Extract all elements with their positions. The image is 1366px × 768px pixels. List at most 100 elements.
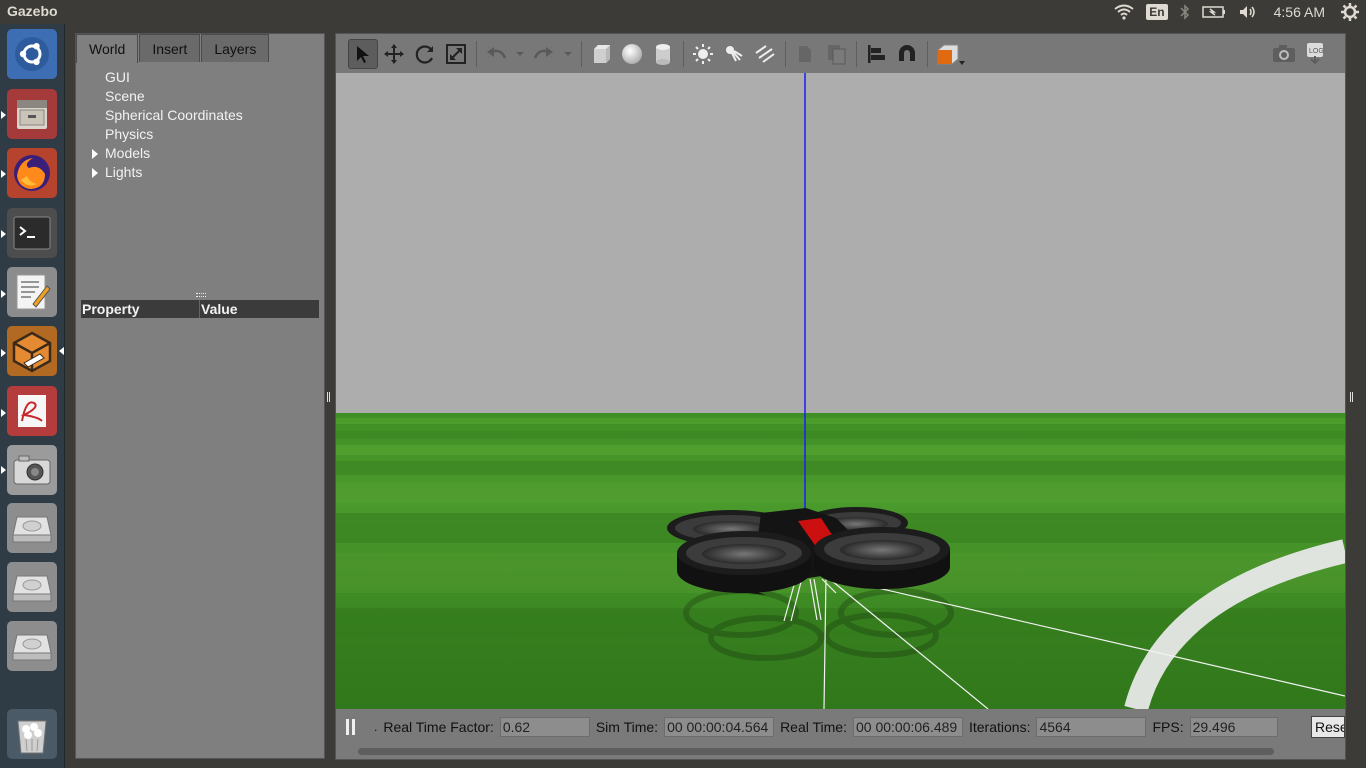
running-indicator (1, 409, 6, 417)
cylinder-icon[interactable] (648, 39, 678, 69)
tree-item-label: GUI (105, 69, 130, 85)
top-panel: Gazebo En 4:56 AM (0, 0, 1366, 24)
redo-icon[interactable] (529, 39, 559, 69)
launcher (0, 24, 65, 768)
sim-time-field: 00 00:00:04.564 (664, 716, 775, 737)
drive-icon[interactable] (7, 621, 57, 671)
left-splitter-grip[interactable] (327, 392, 330, 402)
running-indicator (1, 230, 6, 238)
undo-history-icon[interactable] (512, 39, 528, 69)
clock[interactable]: 4:56 AM (1274, 0, 1325, 24)
firefox-icon[interactable] (7, 148, 57, 198)
property-column-header[interactable]: Property (81, 300, 200, 318)
sky (336, 73, 1345, 415)
sphere-icon[interactable] (617, 39, 647, 69)
property-table-header: Property Value (81, 300, 319, 318)
toolbar-separator (856, 40, 857, 67)
tree-item-lights[interactable]: Lights (76, 163, 324, 182)
keyboard-layout-indicator[interactable]: En (1146, 0, 1168, 24)
box-icon[interactable] (586, 39, 616, 69)
undo-icon[interactable] (481, 39, 511, 69)
pause-button[interactable] (346, 718, 358, 735)
log-icon[interactable]: LOG (1300, 38, 1330, 68)
directional-light-icon[interactable] (750, 39, 780, 69)
expand-arrow-icon[interactable] (92, 168, 98, 178)
scale-mode-icon[interactable] (441, 39, 471, 69)
tree-item-physics[interactable]: Physics (76, 125, 324, 144)
tree-item-label: Scene (105, 88, 145, 104)
files-icon[interactable] (7, 89, 57, 139)
gazebo-icon[interactable] (7, 326, 57, 376)
panel-tabs: World Insert Layers (76, 34, 326, 63)
trash-icon[interactable] (7, 709, 57, 759)
tree-item-gui[interactable]: GUI (76, 68, 324, 87)
select-mode-icon[interactable] (348, 38, 378, 69)
left-panel: World Insert Layers GUI Scene Spherical … (75, 33, 325, 759)
camera-icon[interactable] (7, 445, 57, 495)
value-column-header[interactable]: Value (200, 300, 238, 318)
world-tree: GUI Scene Spherical Coordinates Physics … (76, 68, 324, 182)
paste-icon[interactable] (821, 39, 851, 69)
wifi-icon[interactable] (1114, 0, 1134, 24)
step-marker[interactable]: . (374, 720, 377, 734)
bluetooth-icon[interactable] (1180, 0, 1190, 24)
copy-icon[interactable] (790, 39, 820, 69)
svg-text:LOG: LOG (1309, 48, 1324, 55)
running-indicator (1, 111, 6, 119)
fps-field: 29.496 (1189, 716, 1278, 737)
fps-label: FPS: (1152, 718, 1184, 735)
real-time-field: 00 00:00:06.489 (852, 716, 963, 737)
align-icon[interactable] (861, 39, 891, 69)
tree-item-scene[interactable]: Scene (76, 87, 324, 106)
document-viewer-icon[interactable] (7, 386, 57, 436)
drive-icon[interactable] (7, 503, 57, 553)
tree-item-label: Lights (105, 164, 143, 180)
text-editor-icon[interactable] (7, 267, 57, 317)
iterations-label: Iterations: (968, 718, 1031, 735)
expand-arrow-icon[interactable] (92, 149, 98, 159)
right-splitter-grip[interactable] (1350, 392, 1353, 402)
pause-bar (352, 718, 355, 735)
horizontal-scrollbar[interactable] (358, 748, 1274, 755)
volume-icon[interactable] (1238, 0, 1258, 24)
running-indicator (1, 349, 6, 357)
spot-light-icon[interactable] (719, 39, 749, 69)
panel-splitter-handle[interactable] (196, 293, 206, 297)
real-time-factor-label: Real Time Factor: (383, 718, 494, 735)
tab-layers[interactable]: Layers (201, 34, 270, 62)
rotate-mode-icon[interactable] (410, 39, 440, 69)
terminal-icon[interactable] (7, 208, 57, 258)
tree-item-label: Physics (105, 126, 154, 142)
3d-viewport[interactable] (336, 73, 1345, 709)
keyboard-layout-label: En (1146, 4, 1168, 20)
app-title: Gazebo (7, 3, 58, 19)
tree-item-label: Spherical Coordinates (105, 107, 243, 123)
tab-insert[interactable]: Insert (139, 34, 201, 62)
drive-icon[interactable] (7, 562, 57, 612)
toolbar-separator (476, 40, 477, 67)
view-angle-icon[interactable] (932, 39, 968, 69)
toolbar-separator (927, 40, 928, 67)
tree-item-models[interactable]: Models (76, 144, 324, 163)
snap-icon[interactable] (892, 39, 922, 69)
running-indicator (1, 466, 6, 474)
battery-icon[interactable] (1201, 0, 1226, 24)
gear-icon[interactable] (1341, 0, 1359, 24)
translate-mode-icon[interactable] (379, 39, 409, 69)
real-time-label: Real Time: (780, 718, 847, 735)
indicator-area: En 4:56 AM (1108, 0, 1366, 24)
point-light-icon[interactable] (688, 39, 718, 69)
ubuntu-dash-icon[interactable] (7, 29, 57, 79)
tree-item-spherical-coordinates[interactable]: Spherical Coordinates (76, 106, 324, 125)
status-bar: . Real Time Factor: 0.62 Sim Time: 00 00… (336, 709, 1345, 744)
sim-time-label: Sim Time: (595, 718, 659, 735)
focused-indicator (59, 347, 64, 355)
real-time-factor-field: 0.62 (499, 716, 590, 737)
running-indicator (1, 290, 6, 298)
tab-world[interactable]: World (76, 34, 139, 63)
pause-bar (346, 718, 349, 735)
toolbar-separator (581, 40, 582, 67)
screenshot-icon[interactable] (1269, 38, 1299, 68)
reset-button[interactable]: Reset (1311, 716, 1345, 738)
redo-history-icon[interactable] (560, 39, 576, 69)
